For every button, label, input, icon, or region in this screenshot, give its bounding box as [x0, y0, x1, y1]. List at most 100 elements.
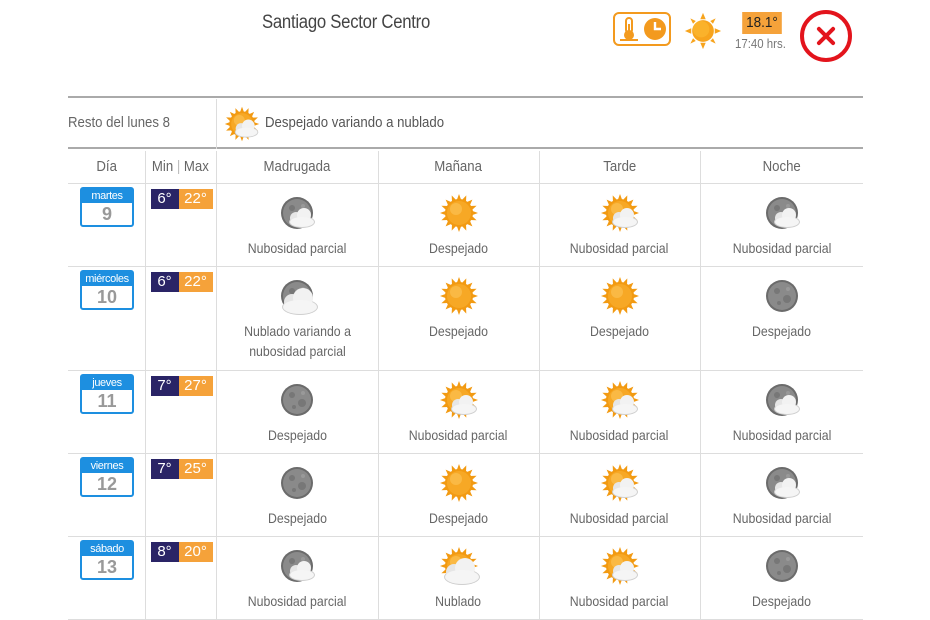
- current-sun-icon: [684, 12, 722, 50]
- forecast-table: Día Min | Max Madrugada Mañana Tarde Noc…: [68, 151, 863, 620]
- forecast-description: Nubosidad parcial: [570, 509, 669, 526]
- forecast-description: Nublado variando a nubosidad parcial: [243, 322, 351, 359]
- sun-cloud-icon: [439, 380, 478, 419]
- table-row: miércoles 10 6° 22° Nublado variando a nubos…: [68, 266, 863, 371]
- forecast-cell-manana: Nubosidad parcial: [377, 370, 539, 454]
- divider: [216, 99, 217, 149]
- forecast-cell-tarde: Nubosidad parcial: [538, 370, 700, 454]
- moon-cloud-icon: [765, 196, 800, 229]
- max-temp: 22°: [178, 188, 213, 209]
- forecast-cell-noche: Nubosidad parcial: [699, 453, 863, 537]
- header-tarde: Tarde: [538, 151, 700, 184]
- min-max-cell: 7° 25°: [144, 453, 216, 537]
- calendar-icon: martes 9: [80, 186, 134, 227]
- moon-cloud-icon: [281, 196, 315, 229]
- weekday-label: martes: [82, 188, 132, 203]
- table-row: viernes 12 7° 25° Despejado Despejado Nubosida…: [68, 453, 863, 537]
- moon-icon: [765, 549, 798, 582]
- moon-bigcloud-icon: [281, 279, 318, 315]
- forecast-description: Nubosidad parcial: [732, 239, 832, 256]
- forecast-cell-noche: Nubosidad parcial: [699, 183, 863, 267]
- table-row: sábado 13 8° 20° Nubosidad parcial Nublado Nub…: [68, 536, 863, 620]
- min-temp: 7°: [150, 458, 179, 479]
- sun-cloud-icon: [600, 193, 639, 232]
- weekday-label: viernes: [82, 458, 132, 473]
- max-temp: 25°: [178, 458, 213, 479]
- weekday-label: miércoles: [82, 271, 132, 286]
- sun-cloud-icon: [600, 463, 639, 502]
- min-temp: 6°: [150, 271, 179, 292]
- forecast-cell-madrugada: Despejado: [215, 453, 378, 537]
- min-temp: 6°: [150, 188, 179, 209]
- forecast-description: Nubosidad parcial: [409, 426, 508, 443]
- date-number: 13: [96, 556, 118, 577]
- view-toggle-button[interactable]: [613, 12, 671, 46]
- header: Santiago Sector Centro 18.1° 17:40 hrs.: [68, 0, 863, 98]
- min-temp: 7°: [150, 375, 179, 396]
- sun-icon: [600, 276, 639, 315]
- rest-of-day-row: Resto del lunes 8 Despejado variando a n…: [68, 99, 863, 149]
- day-cell: jueves 11: [68, 370, 145, 454]
- min-max-cell: 6° 22°: [144, 183, 216, 267]
- forecast-description: Despejado: [267, 509, 327, 526]
- moon-icon: [765, 279, 798, 312]
- min-max-cell: 8° 20°: [144, 536, 216, 620]
- forecast-cell-tarde: Nubosidad parcial: [538, 183, 700, 267]
- thermometer-icon: [619, 17, 638, 41]
- forecast-cell-madrugada: Nubosidad parcial: [215, 536, 378, 620]
- forecast-description: Nubosidad parcial: [247, 239, 347, 256]
- sun-cloud-icon: [224, 106, 260, 142]
- sun-cloud-icon: [600, 380, 639, 419]
- moon-cloud-icon: [281, 549, 315, 582]
- sun-cloud-icon: [600, 546, 639, 585]
- forecast-cell-noche: Despejado: [699, 536, 863, 620]
- forecast-cell-tarde: Despejado: [538, 266, 700, 371]
- weekday-label: jueves: [82, 375, 132, 390]
- calendar-icon: sábado 13: [80, 539, 134, 580]
- close-icon[interactable]: [800, 10, 852, 62]
- date-number: 9: [101, 203, 112, 224]
- header-manana: Mañana: [377, 151, 539, 184]
- rest-of-day-label: Resto del lunes 8: [68, 114, 170, 131]
- forecast-cell-tarde: Nubosidad parcial: [538, 536, 700, 620]
- forecast-description: Despejado: [267, 426, 327, 443]
- moon-icon: [281, 383, 313, 416]
- moon-cloud-icon: [765, 383, 800, 416]
- calendar-icon: viernes 12: [80, 456, 134, 497]
- forecast-cell-madrugada: Nubosidad parcial: [215, 183, 378, 267]
- sun-bigcloud-icon: [439, 546, 480, 585]
- header-noche: Noche: [699, 151, 863, 184]
- forecast-description: Nubosidad parcial: [247, 592, 347, 609]
- day-cell: sábado 13: [68, 536, 145, 620]
- moon-cloud-icon: [765, 466, 800, 499]
- forecast-cell-manana: Despejado: [377, 453, 539, 537]
- forecast-cell-manana: Despejado: [377, 183, 539, 267]
- location-title: Santiago Sector Centro: [262, 12, 430, 33]
- forecast-description: Nubosidad parcial: [570, 239, 669, 256]
- max-temp: 22°: [178, 271, 213, 292]
- forecast-description: Nubosidad parcial: [732, 509, 832, 526]
- rest-of-day-description: Despejado variando a nublado: [265, 114, 445, 131]
- min-max-cell: 6° 22°: [144, 266, 216, 371]
- moon-icon: [281, 466, 313, 499]
- header-day: Día: [68, 151, 145, 184]
- forecast-cell-manana: Nublado: [377, 536, 539, 620]
- min-max-cell: 7° 27°: [144, 370, 216, 454]
- sun-icon: [439, 193, 478, 232]
- clock-icon: [643, 18, 666, 40]
- current-time: 17:40 hrs.: [735, 36, 786, 51]
- forecast-description: Nubosidad parcial: [570, 426, 669, 443]
- date-number: 10: [96, 286, 118, 307]
- min-temp: 8°: [150, 541, 179, 562]
- sun-icon: [439, 463, 478, 502]
- table-row: martes 9 6° 22° Nubosidad parcial Despejado Nu…: [68, 183, 863, 267]
- forecast-cell-manana: Despejado: [377, 266, 539, 371]
- forecast-cell-madrugada: Nublado variando a nubosidad parcial: [215, 266, 378, 371]
- forecast-description: Despejado: [429, 509, 488, 526]
- max-temp: 20°: [178, 541, 213, 562]
- day-cell: viernes 12: [68, 453, 145, 537]
- day-cell: miércoles 10: [68, 266, 145, 371]
- forecast-description: Despejado: [752, 592, 812, 609]
- day-cell: martes 9: [68, 183, 145, 267]
- table-header-row: Día Min | Max Madrugada Mañana Tarde Noc…: [68, 151, 863, 184]
